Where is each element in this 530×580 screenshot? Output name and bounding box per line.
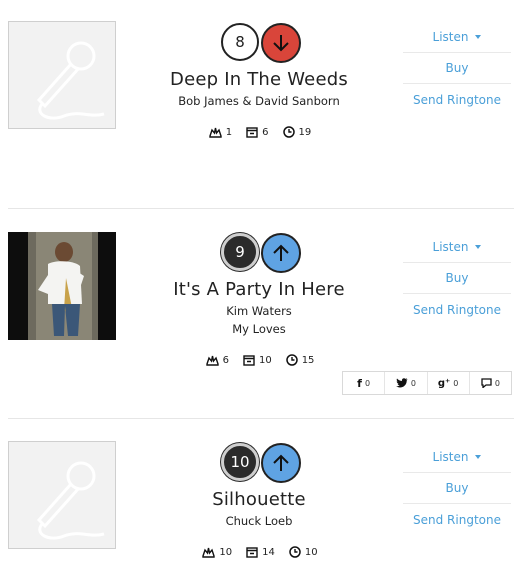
listen-label: Listen	[432, 30, 469, 44]
weeks-on-chart-value: 19	[298, 126, 312, 138]
peak-value: 6	[222, 354, 229, 366]
weeks-on-chart-stat: 15	[285, 354, 315, 366]
weeks-rank-icon	[246, 126, 258, 138]
chevron-down-icon	[475, 245, 482, 249]
buy-button[interactable]: Buy	[403, 473, 511, 504]
artist-photo	[8, 232, 116, 340]
artist-name[interactable]: Chuck Loeb	[120, 514, 398, 528]
listen-button[interactable]: Listen	[403, 232, 511, 263]
rank-badge: 9	[221, 233, 259, 271]
album-art-placeholder[interactable]	[8, 21, 116, 129]
weeks-rank-stat: 14	[246, 547, 275, 558]
comment-icon	[481, 378, 492, 388]
album-art-placeholder[interactable]	[8, 441, 116, 549]
microphone-icon	[36, 41, 105, 120]
actions-menu: Listen Buy Send Ringtone	[403, 442, 511, 535]
rank-badge: 10	[221, 443, 259, 481]
weeks-on-chart-value: 10	[304, 546, 318, 558]
weeks-rank-icon	[246, 546, 258, 558]
listen-button[interactable]: Listen	[403, 22, 511, 53]
weeks-on-chart-stat: 10	[289, 546, 318, 558]
stats-row: 1 6 19	[160, 124, 360, 140]
entry-divider	[8, 208, 514, 209]
buy-button[interactable]: Buy	[403, 53, 511, 84]
song-title[interactable]: Silhouette	[120, 489, 398, 510]
entry-divider	[8, 418, 514, 419]
comments-count: 0	[494, 378, 500, 388]
peak-value: 1	[225, 126, 233, 138]
twitter-count: 0	[410, 378, 416, 388]
song-title[interactable]: Deep In The Weeds	[120, 69, 398, 90]
share-bar: f0 0 g⁺ 0 0	[342, 371, 512, 395]
google-plus-share[interactable]: g⁺ 0	[428, 372, 470, 394]
album-art[interactable]	[8, 232, 116, 340]
rank-badge: 8	[221, 23, 259, 61]
chevron-down-icon	[475, 455, 482, 459]
buy-button[interactable]: Buy	[403, 263, 511, 294]
weeks-rank-value: 6	[262, 126, 269, 138]
clock-icon	[289, 546, 301, 558]
facebook-share[interactable]: f0	[343, 372, 386, 394]
send-ringtone-button[interactable]: Send Ringtone	[403, 84, 511, 115]
listen-label: Listen	[432, 240, 469, 254]
send-ringtone-button[interactable]: Send Ringtone	[403, 504, 511, 535]
peak-stat: 6	[205, 354, 229, 366]
google-plus-icon: g⁺	[437, 377, 451, 389]
clock-icon	[282, 126, 295, 138]
stats-row: 10 14 10	[160, 544, 360, 560]
peak-stat: 10	[202, 547, 232, 558]
facebook-count: 0	[364, 378, 371, 388]
weeks-rank-icon	[243, 354, 255, 366]
album-name[interactable]: My Loves	[120, 322, 398, 336]
chevron-down-icon	[475, 35, 482, 39]
microphone-icon	[36, 461, 105, 540]
facebook-icon: f	[357, 376, 362, 390]
peak-value: 10	[219, 546, 233, 558]
twitter-share[interactable]: 0	[385, 372, 428, 394]
artist-name[interactable]: Bob James & David Sanborn	[120, 94, 398, 108]
actions-menu: Listen Buy Send Ringtone	[403, 22, 511, 115]
google-plus-count: 0	[453, 378, 459, 388]
peak-crown-icon	[205, 355, 219, 366]
weeks-rank-stat: 6	[246, 126, 269, 138]
weeks-rank-value: 14	[262, 546, 275, 558]
actions-menu: Listen Buy Send Ringtone	[403, 232, 511, 325]
comments-share[interactable]: 0	[470, 372, 511, 394]
arrow-up-icon	[261, 443, 301, 483]
arrow-down-icon	[261, 23, 301, 63]
weeks-rank-stat: 10	[243, 355, 272, 366]
listen-button[interactable]: Listen	[403, 442, 511, 473]
weeks-on-chart-stat: 19	[282, 126, 312, 138]
stats-row: 6 10 15	[160, 352, 360, 368]
peak-stat: 1	[209, 127, 232, 138]
arrow-up-icon	[261, 233, 301, 273]
weeks-on-chart-value: 15	[301, 354, 315, 366]
clock-icon	[285, 354, 298, 366]
song-title[interactable]: It's A Party In Here	[120, 279, 398, 300]
peak-crown-icon	[202, 547, 216, 558]
send-ringtone-button[interactable]: Send Ringtone	[403, 294, 511, 325]
twitter-icon	[395, 378, 408, 388]
weeks-rank-value: 10	[258, 354, 272, 366]
listen-label: Listen	[432, 450, 469, 464]
artist-name[interactable]: Kim Waters	[120, 304, 398, 318]
peak-crown-icon	[209, 127, 222, 138]
